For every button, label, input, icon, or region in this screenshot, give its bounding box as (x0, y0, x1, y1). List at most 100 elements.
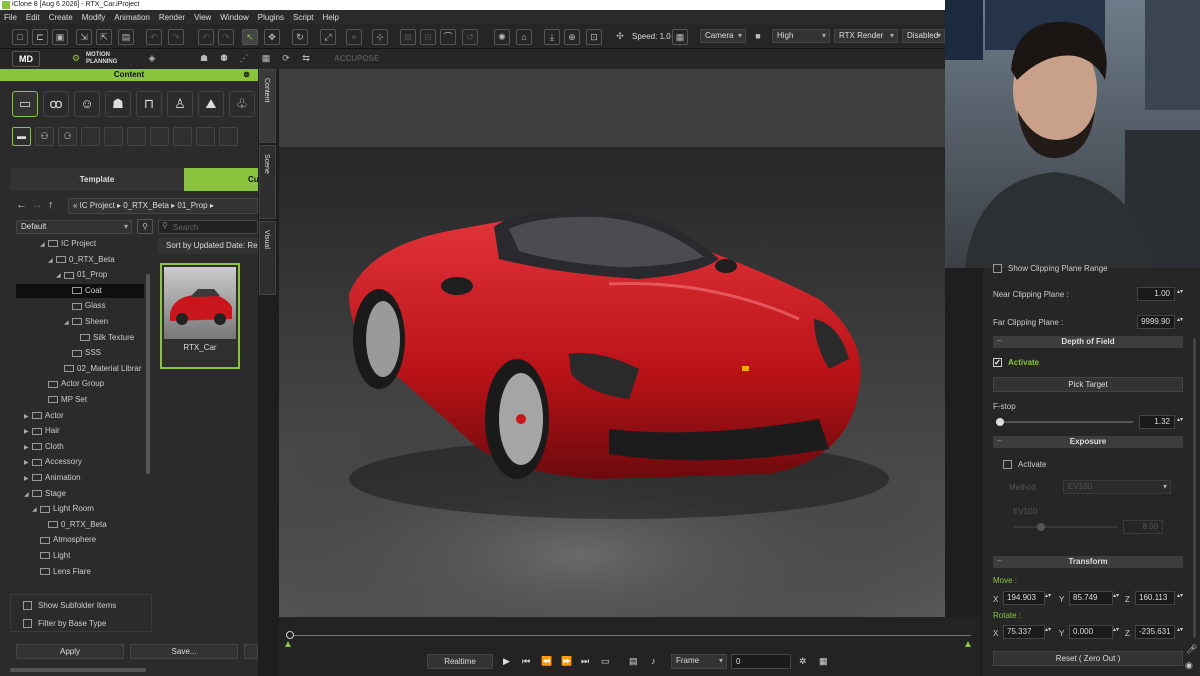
empty-slot[interactable] (104, 127, 123, 146)
undo-disabled-icon[interactable]: ↶ (146, 29, 162, 45)
tree-icon[interactable]: ♧ (229, 91, 255, 117)
rotate-tool-icon[interactable]: ↻ (292, 29, 308, 45)
people-icon[interactable]: ⚇ (35, 127, 54, 146)
camera-list-icon[interactable]: ▦ (672, 29, 688, 45)
frame-all-icon[interactable]: ⊡ (586, 29, 602, 45)
show-clipping-option[interactable]: Show Clipping Plane Range (993, 264, 1108, 274)
reset-zero-out-button[interactable]: Reset ( Zero Out ) (993, 651, 1183, 666)
close-icon[interactable]: ⊗ (243, 69, 250, 81)
menu-edit[interactable]: Edit (26, 13, 40, 22)
expand-right-icon[interactable]: ▶ (24, 456, 32, 470)
refresh-icon[interactable]: ⟳ (278, 51, 294, 67)
import-icon[interactable]: ⇲ (76, 29, 92, 45)
export-icon[interactable]: ⇱ (96, 29, 112, 45)
collapse-icon[interactable]: – (997, 435, 1001, 447)
quality-dropdown[interactable]: High (772, 29, 830, 43)
motion-icon[interactable]: ♙ (167, 91, 193, 117)
settings-gear-icon[interactable]: ✲ (799, 656, 807, 667)
rotate-z-input[interactable]: -235.631 (1135, 625, 1175, 639)
exposure-activate-option[interactable]: Activate (1003, 460, 1046, 470)
forward-arrow-icon[interactable]: → (32, 199, 43, 211)
move-x-input[interactable]: 194.903 (1003, 591, 1045, 605)
tree-item[interactable]: MP Set (16, 393, 144, 407)
tree-item[interactable]: 02_Material Librar (16, 362, 144, 376)
camera-view-icon[interactable]: ■ (750, 29, 766, 45)
loop-icon[interactable]: ▭ (601, 656, 610, 667)
menu-window[interactable]: Window (220, 13, 248, 22)
light-icon[interactable]: ✺ (494, 29, 510, 45)
frame-input[interactable]: 0 (731, 654, 791, 669)
path-icon[interactable]: ⋰ (236, 51, 252, 67)
motion-planning-icon[interactable]: ⚙ (68, 51, 84, 67)
redo-disabled-icon[interactable]: ↷ (168, 29, 184, 45)
empty-slot[interactable] (173, 127, 192, 146)
properties-scrollbar[interactable] (1193, 338, 1196, 638)
expand-right-icon[interactable]: ▶ (24, 472, 32, 486)
project-folder-icon[interactable]: ▭ (12, 91, 38, 117)
menu-view[interactable]: View (194, 13, 211, 22)
undo-icon[interactable]: ↶ (198, 29, 214, 45)
side-tab-visual[interactable]: Visual (259, 221, 276, 295)
tree-scrollbar[interactable] (146, 274, 150, 474)
expand-down-icon[interactable]: ◢ (64, 316, 72, 330)
save-button[interactable]: Save... (130, 644, 238, 659)
ev-slider-handle[interactable] (1037, 523, 1045, 531)
fit-down-icon[interactable]: ⤓ (544, 29, 560, 45)
tree-item[interactable]: Actor Group (16, 377, 144, 391)
filter-base-option[interactable]: Filter by Base Type (23, 619, 106, 629)
fstop-input[interactable]: 1.32 (1139, 415, 1175, 429)
fstop-spinner-icon[interactable]: ▴▾ (1177, 416, 1183, 423)
export-video-icon[interactable]: ▤ (118, 29, 134, 45)
save-icon[interactable]: ▣ (52, 29, 68, 45)
near-clipping-spinner-icon[interactable]: ▴▾ (1177, 288, 1183, 295)
subtitle-icon[interactable]: ▤ (629, 656, 638, 667)
move-z-input[interactable]: 160.113 (1135, 591, 1175, 605)
folder-icon[interactable]: ▬ (12, 127, 31, 146)
prop-icon[interactable]: ⊓ (136, 91, 162, 117)
asset-thumbnail[interactable]: RTX_Car (160, 263, 240, 369)
stage-icon[interactable]: ⛰ (198, 91, 224, 117)
expand-down-icon[interactable]: ◢ (48, 254, 56, 268)
show-clipping-checkbox[interactable] (993, 264, 1002, 274)
camera-move-icon[interactable]: ✣ (612, 29, 628, 45)
apply-button[interactable]: Apply (16, 644, 124, 659)
expand-right-icon[interactable]: ▶ (24, 441, 32, 455)
expand-down-icon[interactable]: ◢ (24, 488, 32, 502)
method-dropdown[interactable]: EV100 (1063, 480, 1171, 494)
diamond-icon[interactable]: ◈ (144, 51, 160, 67)
render-status-dropdown[interactable]: Disabled (902, 29, 945, 43)
expand-right-icon[interactable]: ▶ (24, 410, 32, 424)
tree-item[interactable]: ▶ Accessory (16, 455, 144, 469)
tab-custom[interactable]: Cu (184, 168, 258, 191)
expand-down-icon[interactable]: ◢ (40, 238, 48, 252)
tree-item[interactable]: ◢ Stage (16, 487, 144, 501)
tree-item[interactable]: ◢ IC Project (16, 237, 144, 251)
accupose-label[interactable]: ACCUPOSE (334, 54, 379, 63)
tab-template[interactable]: Template (10, 168, 184, 191)
tree-item[interactable]: ◢ 0_RTX_Beta (16, 253, 144, 267)
tree-item[interactable]: ◢ 01_Prop (16, 268, 144, 282)
move-y-input[interactable]: 85.749 (1069, 591, 1113, 605)
timeline-view-icon[interactable]: ▦ (819, 656, 828, 667)
exposure-section-header[interactable]: – Exposure (993, 436, 1183, 448)
show-subfolder-checkbox[interactable] (23, 601, 32, 611)
menu-script[interactable]: Script (293, 13, 313, 22)
reset-icon[interactable]: ↺ (462, 29, 478, 45)
transform-section-header[interactable]: – Transform (993, 556, 1183, 568)
ev-slider-track[interactable] (1013, 526, 1117, 528)
move-z-spinner-icon[interactable]: ▴▾ (1177, 592, 1183, 599)
render-mode-dropdown[interactable]: RTX Render (834, 29, 898, 43)
tree-item[interactable]: ▶ Actor (16, 409, 144, 423)
menu-modify[interactable]: Modify (82, 13, 106, 22)
rotate-y-input[interactable]: 0.000 (1069, 625, 1113, 639)
more-button[interactable] (244, 644, 258, 659)
menu-file[interactable]: File (4, 13, 17, 22)
side-tab-content[interactable]: Content (259, 69, 276, 143)
menu-create[interactable]: Create (49, 13, 73, 22)
fstop-slider-handle[interactable] (995, 418, 1004, 426)
tree-item[interactable]: ◢ Light Room (16, 502, 144, 516)
next-frame-icon[interactable]: ⏩ (561, 656, 572, 667)
up-arrow-icon[interactable]: ↑ (48, 199, 54, 211)
record-icon[interactable]: ◉ (1185, 660, 1193, 671)
menu-render[interactable]: Render (159, 13, 185, 22)
